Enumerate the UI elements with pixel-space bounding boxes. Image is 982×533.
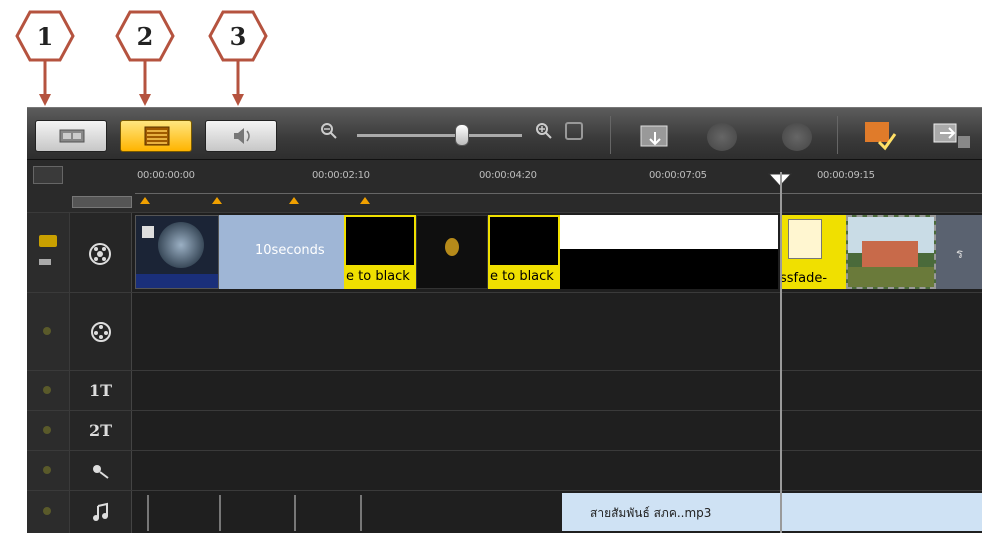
- callout-2: 2: [115, 10, 175, 106]
- ruler-timecode: 00:00:09:15: [817, 170, 875, 181]
- ruler-timecode: 00:00:07:05: [649, 170, 707, 181]
- timeline-icon: [144, 126, 170, 146]
- chapter-marker-controls[interactable]: [72, 196, 132, 208]
- toolbar-separator: [610, 116, 611, 154]
- video-editor-screenshot: 1 2 3 00:00:00:00 00:00:02:10 00:00:04:2…: [0, 0, 982, 533]
- track-toggle[interactable]: [43, 507, 51, 515]
- photo-clip[interactable]: [846, 215, 936, 289]
- video-track: 10seconds e to black e to black ssfade- …: [27, 212, 982, 292]
- clip-label: ร: [956, 247, 963, 262]
- track-manager-icon[interactable]: [33, 166, 63, 184]
- ruler-timecode: 00:00:04:20: [479, 170, 537, 181]
- zoom-slider-thumb[interactable]: [455, 124, 469, 146]
- track-toggle[interactable]: [43, 327, 51, 335]
- zoom-out-icon[interactable]: [320, 122, 338, 140]
- audio-clip-label: สายสัมพันธ์ สภค..mp3: [590, 506, 712, 520]
- music-track-icon: [70, 491, 132, 533]
- ruler-timecode: 00:00:02:10: [312, 170, 370, 181]
- chapter-marker[interactable]: [140, 197, 150, 204]
- smart-render-icon[interactable]: [863, 120, 897, 152]
- storyboard-view-button[interactable]: [35, 120, 107, 152]
- ruler-timecode: 00:00:00:00: [137, 170, 195, 181]
- track-toggle[interactable]: [43, 386, 51, 394]
- storyboard-icon: [59, 129, 85, 143]
- title-track-icon: 1T: [70, 371, 132, 410]
- title-track-2: 2T: [27, 410, 982, 450]
- fit-to-window-icon[interactable]: [565, 122, 583, 140]
- video-clip[interactable]: ร: [936, 215, 982, 289]
- track-left-header: [27, 411, 70, 450]
- playhead-line[interactable]: [780, 172, 782, 533]
- voice-track: [27, 450, 982, 490]
- insert-media-icon[interactable]: [639, 122, 671, 150]
- timeline-toolbar: [27, 107, 982, 159]
- clip-label: e to black: [490, 269, 554, 284]
- video-track-icon: [70, 213, 132, 292]
- track-left-header: [27, 293, 70, 370]
- voice-track-icon: [70, 451, 132, 490]
- audio-clip[interactable]: สายสัมพันธ์ สภค..mp3: [562, 493, 982, 531]
- overlay-track-icon: [70, 293, 132, 370]
- timeline-view-button[interactable]: [120, 120, 192, 152]
- track-left-header: [27, 491, 70, 533]
- overlay-track: [27, 292, 982, 370]
- video-clip[interactable]: [135, 215, 219, 289]
- chapter-marker[interactable]: [360, 197, 370, 204]
- title-track-1: 1T: [27, 370, 982, 410]
- speaker-icon: [234, 128, 250, 144]
- track-left-header: [27, 451, 70, 490]
- video-clip[interactable]: [416, 215, 488, 289]
- callout-number: 1: [36, 22, 54, 51]
- music-track: สายสัมพันธ์ สภค..mp3: [27, 490, 982, 533]
- callout-number: 3: [229, 22, 247, 51]
- color-clip[interactable]: 10seconds: [219, 215, 344, 289]
- track-toggle[interactable]: [43, 466, 51, 474]
- zoom-slider-track[interactable]: [357, 134, 522, 137]
- transition-clip[interactable]: e to black: [344, 215, 416, 289]
- dropdown-arrow-icon[interactable]: [39, 259, 51, 265]
- clip-label: e to black: [346, 269, 410, 284]
- transition-clip[interactable]: e to black: [488, 215, 560, 289]
- time-ruler[interactable]: 00:00:00:00 00:00:02:10 00:00:04:20 00:0…: [27, 159, 982, 212]
- transition-clip[interactable]: ssfade-: [780, 215, 846, 289]
- clip-label: 10seconds: [255, 243, 325, 258]
- export-icon[interactable]: [932, 120, 972, 150]
- toolbar-separator: [837, 116, 838, 154]
- redo-icon[interactable]: [782, 123, 812, 151]
- chapter-marker[interactable]: [212, 197, 222, 204]
- callout-number: 2: [136, 22, 154, 51]
- track-left-header: [27, 371, 70, 410]
- undo-icon[interactable]: [707, 123, 737, 151]
- zoom-in-icon[interactable]: [535, 122, 553, 140]
- callout-3: 3: [208, 10, 268, 106]
- track-toggle[interactable]: [43, 426, 51, 434]
- video-clip[interactable]: [560, 215, 778, 289]
- clip-label: ssfade-: [780, 271, 828, 286]
- callout-1: 1: [15, 10, 75, 106]
- title-track-icon: 2T: [70, 411, 132, 450]
- track-left-header: [27, 213, 70, 292]
- audio-view-button[interactable]: [205, 120, 277, 152]
- ripple-edit-icon[interactable]: [39, 235, 57, 247]
- chapter-marker[interactable]: [289, 197, 299, 204]
